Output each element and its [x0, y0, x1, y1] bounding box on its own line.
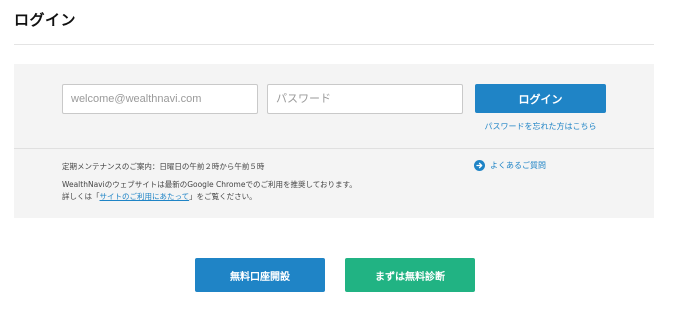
- open-account-button[interactable]: 無料口座開設: [195, 258, 325, 292]
- page-title: ログイン: [14, 11, 77, 29]
- detail-notice: 詳しくは「サイトのご利用にあたって」をご覧ください。: [62, 192, 257, 202]
- maintenance-notice: 定期メンテナンスのご案内：日曜日の午前２時から午前５時: [62, 162, 265, 171]
- free-diagnosis-button[interactable]: まずは無料診断: [345, 258, 475, 292]
- detail-suffix: 」をご覧ください。: [189, 192, 257, 201]
- email-field[interactable]: [62, 84, 258, 114]
- panel-divider: [14, 148, 654, 149]
- title-divider: [14, 44, 654, 45]
- password-field[interactable]: [267, 84, 463, 114]
- site-usage-link[interactable]: サイトのご利用にあたって: [100, 192, 190, 201]
- detail-prefix: 詳しくは「: [62, 192, 100, 201]
- faq-label: よくあるご質問: [490, 161, 546, 170]
- login-panel: ログイン パスワードを忘れた方はこちら 定期メンテナンスのご案内：日曜日の午前２…: [14, 64, 654, 218]
- arrow-right-circle-icon: [474, 160, 485, 171]
- faq-link[interactable]: よくあるご質問: [474, 160, 546, 171]
- browser-notice: WealthNaviのウェブサイトは最新のGoogle Chromeでのご利用を…: [62, 180, 357, 189]
- forgot-password-link[interactable]: パスワードを忘れた方はこちら: [475, 121, 606, 132]
- login-button[interactable]: ログイン: [475, 84, 606, 113]
